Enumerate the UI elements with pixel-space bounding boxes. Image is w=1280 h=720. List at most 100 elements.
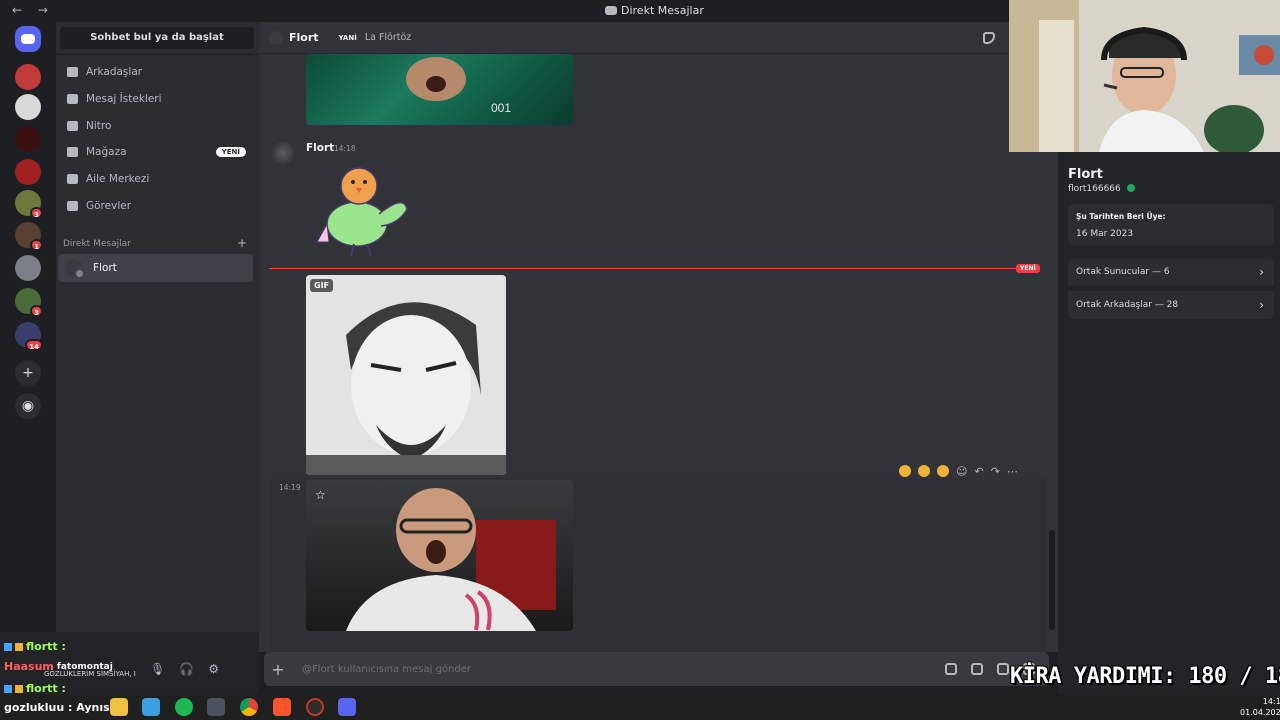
dm-item-flort[interactable]: Flort [58,254,253,282]
sidebar-item-message-requests[interactable]: Mesaj İstekleri [60,86,254,112]
message-author[interactable]: Flort [306,142,334,154]
sidebar-item-friends[interactable]: Arkadaşlar [60,59,254,85]
overlay-chat-sub: GÖZLÜKLERİM SİMSİYAH, I [44,670,136,678]
gift-icon[interactable] [945,663,957,675]
member-since-label: Şu Tarihten Beri Üye: [1076,212,1166,221]
window-title-text: Direkt Mesajlar [621,4,704,17]
sidebar-item-label: Mağaza [86,146,127,158]
gif-image [306,275,506,475]
sticker-parrot[interactable] [309,164,411,259]
server-badge: 3 [30,305,43,317]
mutual-friends-row[interactable]: Ortak Arkadaşlar — 28 › [1068,291,1274,319]
calculator-icon[interactable] [207,698,225,716]
file-explorer-icon[interactable] [110,698,128,716]
mutual-servers-label: Ortak Sunucular — 6 [1076,267,1170,277]
discord-logo-icon [21,34,35,44]
server-icon[interactable]: 3 [15,190,43,219]
chat-header: Flort YANİ La Flörtöz [259,22,1009,54]
sticker-icon[interactable] [997,663,1009,675]
sidebar-item-shop[interactable]: Mağaza YENİ [60,139,254,165]
profile-display-name: Flort [1068,167,1103,182]
message-timestamp: 14:18 [334,144,356,153]
avatar [65,259,85,279]
new-badge: YENİ [215,147,246,157]
dm-sidebar: Sohbet bul ya da başlat Arkadaşlar Mesaj… [56,22,259,652]
server-icon[interactable] [15,255,41,281]
message-image[interactable]: ☆ [306,480,573,631]
server-icon[interactable]: 3 [15,288,43,317]
image-content: 001 [406,57,511,115]
stream-goal-counter: KİRA YARDIMI: 180 / 185 [1010,664,1280,689]
add-reaction-icon[interactable]: ☺ [956,465,967,478]
nitro-icon [64,118,80,134]
server-icon[interactable] [15,64,41,90]
discord-taskbar-icon[interactable] [338,698,356,716]
svg-text:001: 001 [491,101,511,115]
voice-controls: 🎙 🎧 ⚙ [150,662,219,676]
family-icon [64,171,80,187]
taskbar-clock[interactable]: 14:19 01.04.2026 [1240,696,1280,718]
parrot-sticker-image [316,167,408,257]
message-list: 001 Flort 14:18 YENİ GIF 14:19 ☺ ↶ ↷ ⋯ ☆ [259,54,1059,654]
server-icon[interactable]: 1 [15,222,43,251]
server-icon[interactable] [15,94,41,120]
upload-plus-button[interactable]: + [264,660,292,679]
message-timestamp: 14:19 [279,483,301,492]
spotify-icon[interactable] [175,698,193,716]
headphones-icon[interactable]: 🎧 [179,662,194,676]
discover-button[interactable]: ◉ [15,393,41,419]
message-input[interactable]: @Flort kullanıcısına mesaj gönder [292,664,945,675]
sidebar-item-family-center[interactable]: Aile Merkezi [60,166,254,192]
badge-icon [15,642,23,651]
server-icon[interactable] [15,126,41,152]
nav-arrows[interactable]: ← → [12,3,54,17]
profile-username-text: flort166666 [1068,184,1121,194]
avatar[interactable] [271,142,295,166]
mutual-servers-row[interactable]: Ortak Sunucular — 6 › [1068,258,1274,286]
laugh-reaction-icon[interactable] [899,465,911,477]
reply-icon[interactable]: ↶ [974,465,983,478]
new-tag: YANİ [338,33,357,42]
find-conversation-button[interactable]: Sohbet bul ya da başlat [60,27,254,49]
home-button[interactable] [15,26,41,52]
chrome-icon[interactable] [240,698,258,716]
call-icon[interactable] [983,31,995,44]
new-messages-divider [269,268,1019,269]
friends-icon [64,64,80,80]
overlay-chat-text: Aynısı [76,701,114,714]
overlay-chat-name: gozlukluu : [4,701,73,714]
sidebar-item-label: Aile Merkezi [86,173,150,185]
shop-icon [64,144,80,160]
server-icon[interactable]: 14 [15,322,43,351]
gif-tag: GIF [310,279,334,292]
store-icon[interactable] [142,698,160,716]
sidebar-item-quests[interactable]: Görevler [60,193,254,219]
badge-icon [4,642,12,651]
more-icon[interactable]: ⋯ [1007,465,1018,478]
discord-icon [605,6,617,15]
message-image[interactable]: 001 [306,54,573,125]
brave-icon[interactable] [273,698,291,716]
thumbs-up-reaction-icon[interactable] [918,465,930,477]
server-badge: 14 [25,339,43,351]
server-icon[interactable] [15,159,41,185]
dm-item-label: Flort [93,262,117,274]
sidebar-item-label: Arkadaşlar [86,66,143,78]
gear-icon[interactable]: ⚙ [208,662,219,676]
favorite-star-icon[interactable]: ☆ [315,488,326,502]
wink-reaction-icon[interactable] [937,465,949,477]
obs-icon[interactable] [306,698,324,716]
new-dm-button[interactable]: + [237,236,247,250]
clock-date: 01.04.2026 [1240,708,1280,717]
avatar [269,30,283,45]
gif-attachment[interactable]: GIF [306,275,506,475]
forward-icon[interactable]: ↷ [991,465,1000,478]
sidebar-item-nitro[interactable]: Nitro [60,113,254,139]
scrollbar[interactable] [1049,530,1055,630]
microphone-icon[interactable]: 🎙 [150,662,165,676]
add-server-button[interactable]: + [15,360,41,386]
member-since-value: 16 Mar 2023 [1076,229,1134,239]
member-since-card: Şu Tarihten Beri Üye: 16 Mar 2023 [1068,204,1274,246]
plus-icon: + [22,365,34,381]
gif-icon[interactable] [971,663,983,675]
